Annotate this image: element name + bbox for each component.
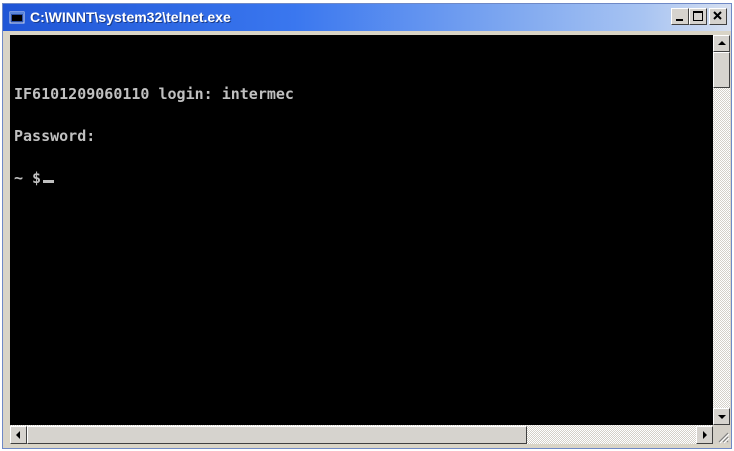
arrow-left-icon — [16, 431, 20, 439]
horizontal-scroll-thumb[interactable] — [27, 426, 527, 444]
text-cursor — [43, 180, 55, 183]
scroll-left-button[interactable] — [10, 426, 27, 444]
vertical-scrollbar[interactable] — [713, 35, 730, 425]
scroll-down-button[interactable] — [713, 408, 730, 425]
window-controls — [671, 8, 727, 26]
close-button[interactable] — [709, 8, 727, 25]
window-title: C:\WINNT\system32\telnet.exe — [30, 9, 231, 25]
horizontal-scrollbar[interactable] — [10, 425, 713, 444]
shell-prompt: ~ $ — [14, 169, 42, 187]
maximize-button[interactable] — [689, 8, 707, 25]
console-output-area[interactable]: IF6101209060110 login: intermec Password… — [10, 35, 713, 425]
close-icon — [713, 11, 722, 20]
vertical-scroll-thumb[interactable] — [713, 52, 730, 88]
arrow-right-icon — [703, 431, 707, 439]
telnet-window: C:\WINNT\system32\telnet.exe IF610120906… — [2, 3, 732, 449]
minimize-button[interactable] — [671, 8, 689, 25]
maximize-icon — [693, 11, 703, 21]
arrow-down-icon — [718, 415, 726, 419]
console-app-icon — [9, 11, 25, 24]
arrow-up-icon — [718, 41, 726, 45]
title-bar[interactable]: C:\WINNT\system32\telnet.exe — [3, 4, 731, 31]
console-line-password: Password: — [14, 127, 96, 145]
console-line-login: IF6101209060110 login: intermec — [14, 85, 294, 103]
scroll-up-button[interactable] — [713, 35, 730, 52]
minimize-icon — [676, 19, 683, 21]
resize-grip[interactable] — [713, 425, 730, 444]
console-text: IF6101209060110 login: intermec Password… — [14, 59, 294, 213]
resize-grip-icon — [718, 432, 730, 444]
scroll-right-button[interactable] — [696, 426, 713, 444]
console-line-prompt: ~ $ — [14, 169, 294, 187]
